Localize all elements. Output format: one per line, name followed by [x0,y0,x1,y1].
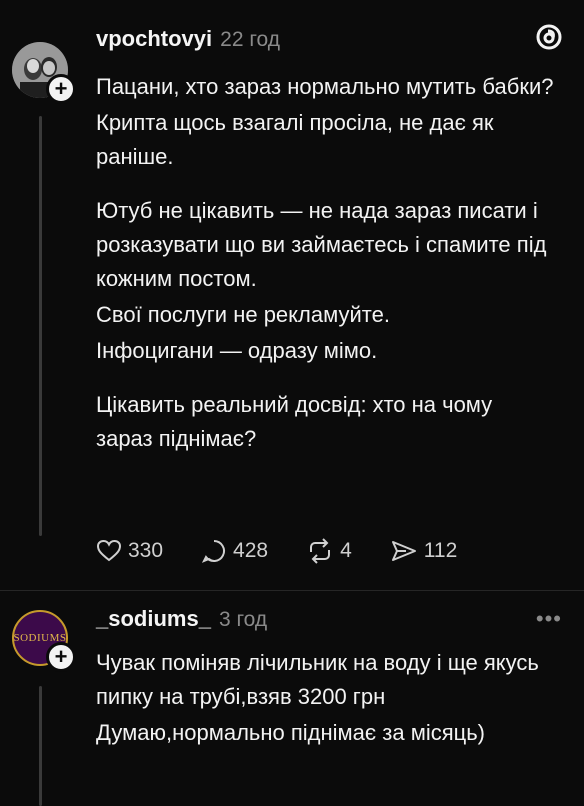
repost-count: 4 [340,539,352,562]
like-button[interactable]: 330 [96,539,163,563]
comment-count: 428 [233,539,269,562]
repost-button[interactable]: 4 [306,538,352,564]
post-time: 3 год [218,608,268,631]
post-paragraph: Крипта щось взагалі просіла, не дає як р… [96,110,494,169]
share-count: 112 [423,539,458,562]
thread-line [39,686,42,806]
send-icon [391,541,416,561]
comment-button[interactable]: 428 [201,538,268,564]
post-paragraph: Інфоцигани — одразу мімо. [96,338,378,363]
post-vpochtovyi: + vpochtovyi 22 год Пацани, хто зараз нор… [0,0,584,590]
comment-icon [201,540,226,563]
more-options-icon[interactable]: ••• [536,606,562,632]
post-sodiums: SODIUMS + _sodiums_ 3 год Чувак поміняв л… [0,590,584,806]
post-paragraph: Ютуб не цікавить — не нада зараз писати … [96,198,547,291]
avatar[interactable]: + [12,42,76,104]
post-paragraph: Думаю,нормально піднімає за місяць) [96,720,486,745]
repost-icon [310,538,331,564]
follow-plus-icon[interactable]: + [46,642,76,672]
like-count: 330 [128,539,164,562]
post-paragraph: Чувак поміняв лічильник на воду і ще яку… [96,650,539,709]
avatar[interactable]: SODIUMS + [12,610,76,672]
share-button[interactable]: 112 [390,539,457,563]
username[interactable]: vpochtovyi 22 год [96,26,280,52]
thread-line [39,116,42,536]
post-time: 22 год [220,28,281,51]
follow-plus-icon[interactable]: + [46,74,76,104]
reply-body: Чувак поміняв лічильник на воду і ще яку… [96,646,554,750]
post-actions: 330 428 4 112 [96,538,495,564]
post-paragraph: Цікавить реальний досвід: хто на чому за… [96,392,493,451]
username[interactable]: _sodiums_ 3 год [96,606,267,632]
heart-icon [96,539,122,562]
post-body: Пацани, хто зараз нормально мутить бабки… [96,70,554,456]
post-paragraph: Свої послуги не рекламуйте. [96,302,390,327]
post-paragraph: Пацани, хто зараз нормально мутить бабки… [96,74,554,99]
